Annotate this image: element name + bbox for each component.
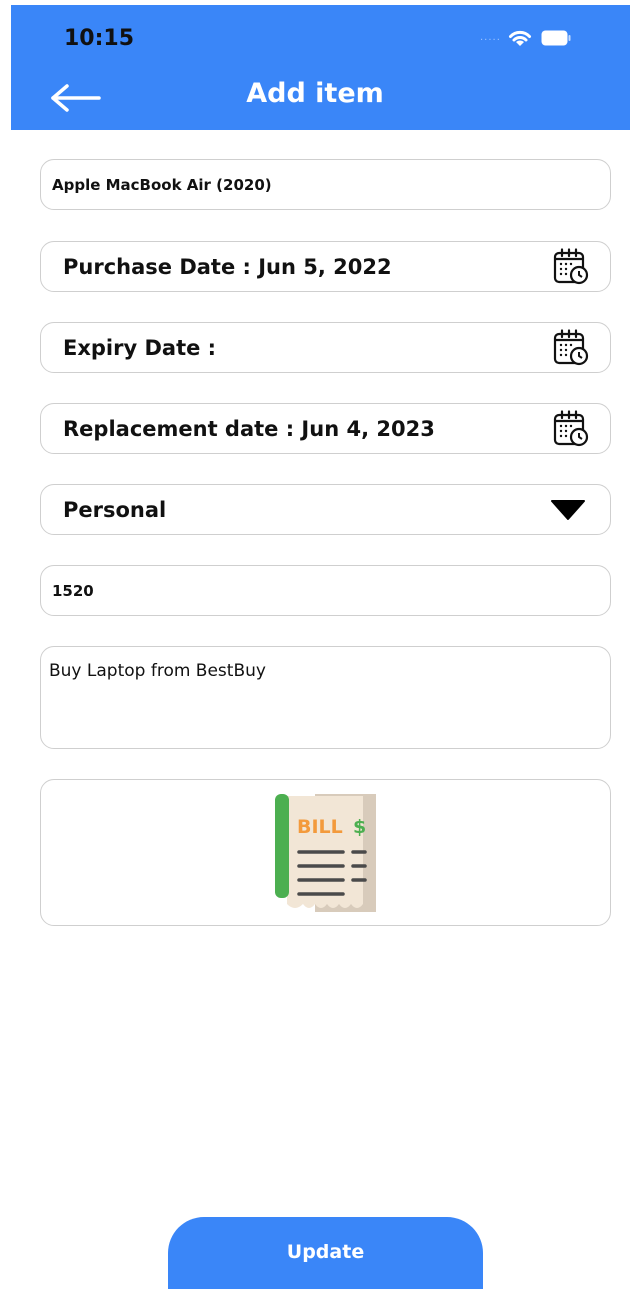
item-name-value: Apple MacBook Air (2020) — [52, 175, 272, 194]
bill-image-picker[interactable]: BILL $ — [40, 779, 611, 926]
category-dropdown[interactable]: Personal — [40, 484, 611, 535]
purchase-date-field[interactable]: Purchase Date : Jun 5, 2022 — [40, 241, 611, 292]
signal-icon: ..... — [480, 32, 501, 43]
battery-icon — [541, 30, 571, 46]
category-value: Personal — [63, 497, 167, 522]
calendar-clock-icon[interactable] — [552, 409, 590, 448]
bill-receipt-icon: BILL $ — [275, 794, 376, 912]
note-value: Buy Laptop from BestBuy — [49, 661, 266, 681]
expiry-date-value: Expiry Date : — [63, 335, 217, 360]
bill-label: BILL — [297, 816, 343, 838]
triangle-down-icon[interactable] — [550, 499, 586, 521]
page-title: Add item — [246, 78, 384, 109]
note-textarea[interactable]: Buy Laptop from BestBuy — [40, 646, 611, 749]
purchase-date-value: Purchase Date : Jun 5, 2022 — [63, 254, 392, 279]
wifi-icon — [508, 30, 531, 46]
price-value: 1520 — [52, 581, 94, 600]
status-time: 10:15 — [64, 26, 135, 51]
expiry-date-field[interactable]: Expiry Date : — [40, 322, 611, 373]
calendar-clock-icon[interactable] — [552, 328, 590, 367]
calendar-clock-icon[interactable] — [552, 247, 590, 286]
app-header — [11, 5, 630, 130]
bill-currency: $ — [353, 816, 366, 838]
replacement-date-field[interactable]: Replacement date : Jun 4, 2023 — [40, 403, 611, 454]
replacement-date-value: Replacement date : Jun 4, 2023 — [63, 416, 435, 441]
status-icons: ..... — [480, 26, 571, 50]
price-input[interactable]: 1520 — [40, 565, 611, 616]
update-button[interactable]: Update — [168, 1217, 483, 1289]
item-name-input[interactable]: Apple MacBook Air (2020) — [40, 159, 611, 210]
